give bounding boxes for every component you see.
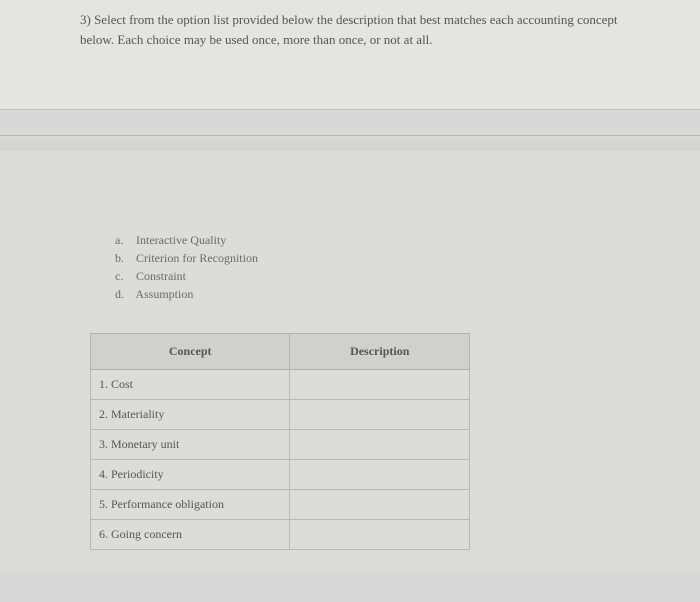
- section-divider: [0, 135, 700, 136]
- question-panel: 3) Select from the option list provided …: [0, 0, 700, 110]
- table-row: 5. Performance obligation: [91, 490, 470, 520]
- header-description: Description: [290, 334, 470, 370]
- concept-cell: 1. Cost: [91, 370, 290, 400]
- option-c: c. Constraint: [115, 267, 620, 285]
- description-cell[interactable]: [290, 490, 470, 520]
- question-text: 3) Select from the option list provided …: [80, 10, 620, 49]
- concept-cell: 5. Performance obligation: [91, 490, 290, 520]
- description-cell[interactable]: [290, 520, 470, 550]
- table-row: 6. Going concern: [91, 520, 470, 550]
- table-header-row: Concept Description: [91, 334, 470, 370]
- concept-cell: 2. Materiality: [91, 400, 290, 430]
- concept-cell: 3. Monetary unit: [91, 430, 290, 460]
- option-label: Interactive Quality: [136, 233, 226, 247]
- option-d: d. Assumption: [115, 285, 620, 303]
- option-marker: c.: [115, 267, 133, 285]
- table-row: 2. Materiality: [91, 400, 470, 430]
- concept-cell: 6. Going concern: [91, 520, 290, 550]
- table-row: 4. Periodicity: [91, 460, 470, 490]
- table-row: 1. Cost: [91, 370, 470, 400]
- option-label: Assumption: [135, 287, 193, 301]
- description-cell[interactable]: [290, 370, 470, 400]
- option-b: b. Criterion for Recognition: [115, 249, 620, 267]
- table-row: 3. Monetary unit: [91, 430, 470, 460]
- description-cell[interactable]: [290, 400, 470, 430]
- option-a: a. Interactive Quality: [115, 231, 620, 249]
- option-marker: a.: [115, 231, 133, 249]
- answer-panel: a. Interactive Quality b. Criterion for …: [0, 141, 700, 570]
- options-list: a. Interactive Quality b. Criterion for …: [115, 231, 620, 303]
- concept-cell: 4. Periodicity: [91, 460, 290, 490]
- concept-table: Concept Description 1. Cost 2. Materiali…: [90, 333, 470, 550]
- option-marker: b.: [115, 249, 133, 267]
- option-label: Constraint: [136, 269, 186, 283]
- option-label: Criterion for Recognition: [136, 251, 258, 265]
- header-concept: Concept: [91, 334, 290, 370]
- option-marker: d.: [115, 285, 133, 303]
- description-cell[interactable]: [290, 430, 470, 460]
- description-cell[interactable]: [290, 460, 470, 490]
